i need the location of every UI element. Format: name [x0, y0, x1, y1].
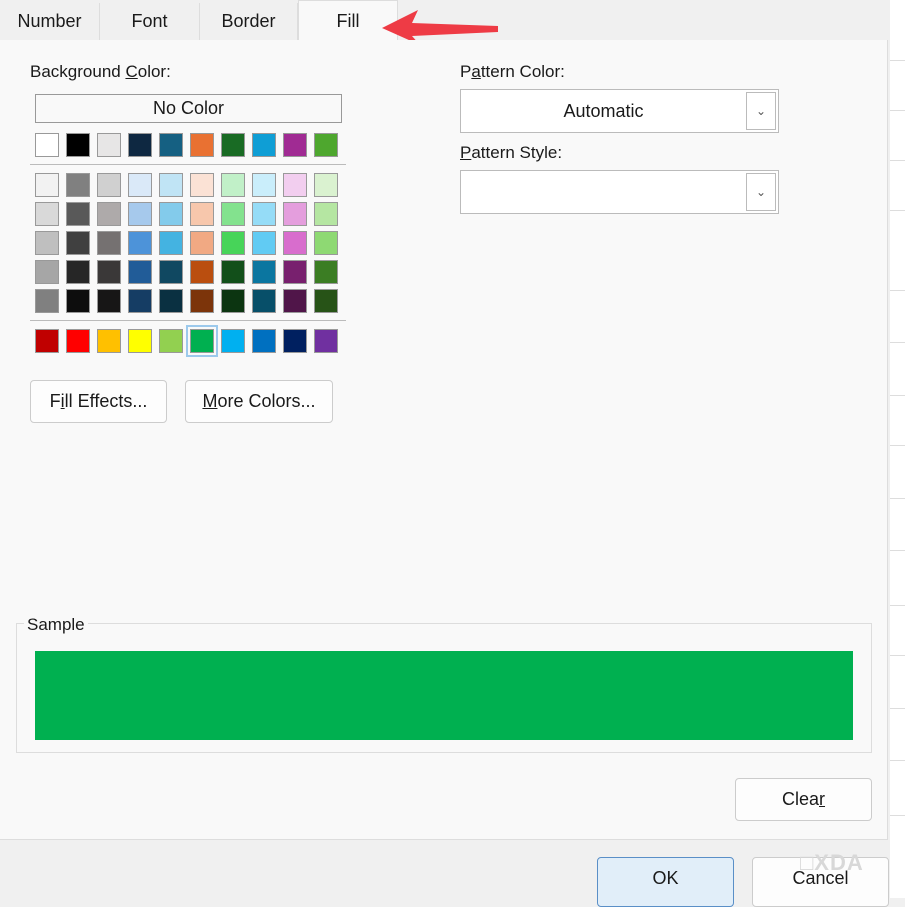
color-swatch[interactable] — [190, 231, 214, 255]
color-swatch[interactable] — [66, 260, 90, 284]
clear-button[interactable]: Clea r — [735, 778, 872, 821]
color-swatch[interactable] — [159, 260, 183, 284]
color-swatch[interactable] — [283, 202, 307, 226]
color-swatch[interactable] — [128, 202, 152, 226]
color-swatch[interactable] — [283, 133, 307, 157]
color-swatch[interactable] — [97, 173, 121, 197]
pattern-color-dropdown[interactable]: Automatic ⌄ — [460, 89, 779, 133]
color-swatch[interactable] — [221, 202, 245, 226]
color-swatch[interactable] — [283, 289, 307, 313]
color-swatch[interactable] — [314, 289, 338, 313]
color-swatch[interactable] — [314, 329, 338, 353]
sample-label: Sample — [24, 615, 88, 635]
color-swatch[interactable] — [97, 231, 121, 255]
color-swatch[interactable] — [35, 329, 59, 353]
color-swatch[interactable] — [35, 202, 59, 226]
more-colors-button[interactable]: More Colors... — [185, 380, 333, 423]
tab-number[interactable]: Number — [0, 3, 100, 40]
color-swatch[interactable] — [97, 260, 121, 284]
color-swatch[interactable] — [128, 260, 152, 284]
pattern-color-label: Pattern Color: — [460, 62, 565, 81]
color-swatch[interactable] — [221, 289, 245, 313]
background-color-label: Background Color: — [30, 62, 171, 81]
tab-font[interactable]: Font — [100, 3, 200, 40]
color-swatch[interactable] — [159, 202, 183, 226]
color-swatch[interactable] — [66, 289, 90, 313]
chevron-down-icon[interactable]: ⌄ — [746, 92, 776, 130]
color-swatch[interactable] — [252, 329, 276, 353]
pattern-color-value: Automatic — [563, 100, 644, 121]
color-swatch[interactable] — [159, 231, 183, 255]
color-swatch[interactable] — [128, 133, 152, 157]
color-swatch[interactable] — [66, 231, 90, 255]
color-swatch[interactable] — [314, 260, 338, 284]
color-swatch[interactable] — [128, 173, 152, 197]
color-swatch[interactable] — [283, 329, 307, 353]
color-swatch[interactable] — [252, 202, 276, 226]
color-swatch[interactable] — [186, 325, 218, 357]
color-swatch[interactable] — [128, 289, 152, 313]
color-swatch[interactable] — [190, 260, 214, 284]
color-swatch[interactable] — [190, 133, 214, 157]
divider — [30, 320, 346, 321]
color-swatch[interactable] — [66, 202, 90, 226]
color-swatch[interactable] — [159, 289, 183, 313]
color-swatch[interactable] — [221, 260, 245, 284]
pattern-style-value — [461, 171, 746, 213]
color-swatch[interactable] — [252, 289, 276, 313]
color-swatch[interactable] — [221, 133, 245, 157]
color-swatch[interactable] — [128, 329, 152, 353]
color-swatch[interactable] — [35, 231, 59, 255]
pattern-style-label: Pattern Style: — [460, 143, 563, 162]
sample-preview — [35, 651, 853, 740]
chevron-down-icon[interactable]: ⌄ — [746, 173, 776, 211]
fill-effects-button[interactable]: Fi ll Effects... — [30, 380, 167, 423]
color-swatch[interactable] — [97, 289, 121, 313]
color-swatch[interactable] — [190, 289, 214, 313]
color-swatch[interactable] — [190, 173, 214, 197]
tab-border[interactable]: Border — [200, 3, 298, 40]
color-swatch[interactable] — [314, 173, 338, 197]
color-swatch[interactable] — [314, 133, 338, 157]
watermark-logo: □XDA — [800, 850, 864, 875]
color-swatch[interactable] — [35, 173, 59, 197]
color-swatch[interactable] — [97, 133, 121, 157]
color-swatch[interactable] — [35, 289, 59, 313]
color-swatch[interactable] — [252, 173, 276, 197]
color-swatch[interactable] — [35, 260, 59, 284]
color-swatch[interactable] — [252, 133, 276, 157]
color-swatch[interactable] — [252, 231, 276, 255]
color-swatch[interactable] — [97, 202, 121, 226]
color-swatch[interactable] — [66, 133, 90, 157]
color-swatch[interactable] — [128, 231, 152, 255]
ok-button[interactable]: OK — [597, 857, 734, 907]
no-color-button[interactable]: No Color — [35, 94, 342, 123]
color-swatch[interactable] — [221, 231, 245, 255]
color-swatch[interactable] — [221, 173, 245, 197]
color-swatch[interactable] — [66, 329, 90, 353]
color-swatch[interactable] — [35, 133, 59, 157]
color-swatch[interactable] — [314, 231, 338, 255]
color-swatch[interactable] — [283, 231, 307, 255]
color-swatch[interactable] — [314, 202, 338, 226]
divider — [30, 164, 346, 165]
color-swatch[interactable] — [190, 202, 214, 226]
color-swatch[interactable] — [283, 260, 307, 284]
color-swatch[interactable] — [159, 173, 183, 197]
color-swatch[interactable] — [221, 329, 245, 353]
color-swatch[interactable] — [66, 173, 90, 197]
pattern-style-dropdown[interactable]: ⌄ — [460, 170, 779, 214]
color-swatch[interactable] — [97, 329, 121, 353]
spreadsheet-edge — [890, 0, 905, 898]
color-swatch[interactable] — [159, 133, 183, 157]
color-swatch[interactable] — [159, 329, 183, 353]
color-swatch[interactable] — [283, 173, 307, 197]
color-swatch[interactable] — [252, 260, 276, 284]
